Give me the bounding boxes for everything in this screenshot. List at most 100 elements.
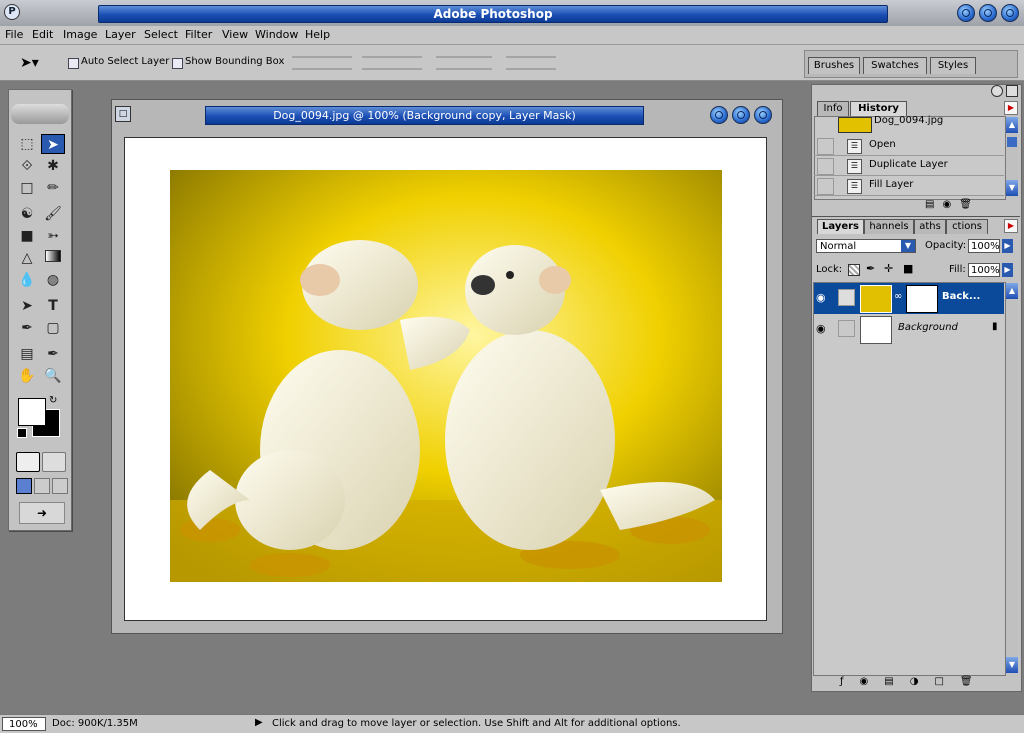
layer-row[interactable]: ◉ Background ▮ — [814, 314, 1004, 345]
photo-image[interactable] — [170, 170, 722, 582]
auto-select-checkbox[interactable] — [68, 58, 79, 69]
opacity-slider-button[interactable]: ▶ — [1002, 239, 1013, 253]
notes-tool-icon[interactable]: ▤ — [15, 344, 39, 364]
new-layer-icon[interactable]: □ — [934, 676, 959, 687]
distribute-icon[interactable] — [362, 56, 422, 70]
move-tool-preset-icon[interactable]: ➤▾ — [20, 55, 39, 71]
default-colors-icon[interactable] — [17, 428, 27, 438]
delete-layer-icon[interactable]: 🗑 — [960, 676, 989, 687]
healing-brush-icon[interactable]: ☯ — [15, 204, 39, 224]
app-logo-icon[interactable]: P — [4, 4, 20, 20]
history-menu-button[interactable]: ▶ — [1004, 101, 1018, 115]
bounding-box-checkbox[interactable] — [172, 58, 183, 69]
lasso-tool-icon[interactable]: ⟐ — [15, 156, 39, 176]
well-tab-styles[interactable]: Styles — [930, 57, 976, 74]
close-button[interactable] — [1001, 4, 1019, 22]
menu-select[interactable]: Select — [144, 28, 178, 41]
scroll-thumb[interactable] — [1007, 137, 1017, 147]
tab-paths[interactable]: aths — [914, 219, 946, 234]
pen-tool-icon[interactable]: ✒ — [15, 318, 39, 338]
status-menu-arrow-icon[interactable]: ▶ — [255, 717, 267, 731]
maximize-button[interactable] — [979, 4, 997, 22]
screen-mode-standard-button[interactable] — [16, 478, 32, 494]
layer-row-selected[interactable]: ◉ ∞ Back... — [814, 283, 1004, 314]
layer-mask-link-box[interactable] — [838, 289, 855, 306]
eraser-tool-icon[interactable]: △ — [15, 248, 39, 268]
document-icon[interactable]: □ — [115, 106, 131, 122]
menu-edit[interactable]: Edit — [32, 28, 53, 41]
opacity-input[interactable]: 100% — [968, 239, 1000, 253]
slice-tool-icon[interactable]: ✏ — [41, 178, 65, 198]
gradient-tool-icon[interactable] — [41, 248, 65, 268]
doc-close-button[interactable] — [754, 106, 772, 124]
lock-position-icon[interactable]: ✛ — [884, 262, 893, 275]
magic-wand-tool-icon[interactable]: ✱ — [41, 156, 65, 176]
layer-mask-thumbnail[interactable] — [906, 285, 938, 313]
dropdown-arrow-icon[interactable]: ▼ — [901, 240, 915, 252]
menu-view[interactable]: View — [222, 28, 248, 41]
scroll-up-arrow-icon[interactable]: ▲ — [1006, 117, 1018, 133]
tab-actions[interactable]: ctions — [946, 219, 988, 234]
well-tab-swatches[interactable]: Swatches — [863, 57, 927, 74]
tab-history[interactable]: History — [850, 101, 907, 116]
history-item[interactable]: ☰ Fill Layer — [814, 177, 1004, 196]
visibility-eye-icon[interactable]: ◉ — [816, 291, 834, 304]
fill-slider-button[interactable]: ▶ — [1002, 263, 1013, 277]
jump-to-imageready-icon[interactable]: ➜ — [19, 502, 65, 524]
scroll-down-arrow-icon[interactable]: ▼ — [1006, 657, 1018, 673]
doc-maximize-button[interactable] — [732, 106, 750, 124]
swap-colors-icon[interactable]: ↻ — [49, 395, 57, 406]
align-icon[interactable] — [292, 56, 352, 70]
delete-state-icon[interactable]: 🗑 — [959, 199, 980, 210]
lock-transparency-icon[interactable] — [848, 264, 860, 276]
move-tool-icon[interactable]: ➤ — [41, 134, 65, 154]
new-document-from-state-icon[interactable]: ▤ — [925, 199, 942, 210]
distribute-horizontal-icon[interactable] — [506, 56, 556, 70]
new-snapshot-icon[interactable]: ◉ — [942, 199, 959, 210]
menu-help[interactable]: Help — [305, 28, 330, 41]
crop-tool-icon[interactable]: □ — [15, 178, 39, 198]
history-snapshot[interactable]: Dog_0094.jpg — [814, 115, 1004, 135]
history-source-box[interactable] — [817, 138, 834, 155]
blur-tool-icon[interactable]: 💧 — [15, 270, 39, 290]
type-tool-icon[interactable]: T — [41, 296, 65, 316]
screen-mode-menubar-button[interactable] — [34, 478, 50, 494]
menu-layer[interactable]: Layer — [105, 28, 136, 41]
history-source-box[interactable] — [817, 178, 834, 195]
distribute-vertical-icon[interactable] — [436, 56, 492, 70]
standard-mode-button[interactable] — [16, 452, 40, 472]
tab-layers[interactable]: Layers — [817, 219, 864, 234]
foreground-color-swatch[interactable] — [18, 398, 46, 426]
dodge-tool-icon[interactable]: ◍ — [41, 270, 65, 290]
layer-mask-link-box[interactable] — [838, 320, 855, 337]
history-item[interactable]: ☰ Duplicate Layer — [814, 157, 1004, 176]
scroll-up-arrow-icon[interactable]: ▲ — [1006, 283, 1018, 299]
menu-filter[interactable]: Filter — [185, 28, 212, 41]
shape-tool-icon[interactable]: ▢ — [41, 318, 65, 338]
zoom-tool-icon[interactable]: 🔍 — [41, 366, 65, 386]
visibility-eye-icon[interactable]: ◉ — [816, 322, 834, 335]
tab-info[interactable]: Info — [817, 101, 849, 116]
adjustment-layer-icon[interactable]: ◑ — [910, 676, 935, 687]
hand-tool-icon[interactable]: ✋ — [15, 366, 39, 386]
well-tab-brushes[interactable]: Brushes — [808, 57, 860, 74]
path-select-tool-icon[interactable]: ➤ — [15, 296, 39, 316]
palette-collapse-icon[interactable] — [1006, 85, 1018, 97]
scroll-down-arrow-icon[interactable]: ▼ — [1006, 180, 1018, 196]
chain-link-icon[interactable]: ∞ — [894, 291, 902, 302]
menu-file[interactable]: File — [5, 28, 23, 41]
new-set-icon[interactable]: ▤ — [884, 676, 909, 687]
zoom-field[interactable]: 100% — [2, 717, 46, 731]
layer-style-icon[interactable]: ƒ — [840, 676, 860, 687]
fill-input[interactable]: 100% — [968, 263, 1000, 277]
minimize-button[interactable] — [957, 4, 975, 22]
lock-image-icon[interactable]: ✒ — [866, 262, 875, 275]
screen-mode-full-button[interactable] — [52, 478, 68, 494]
lock-all-icon[interactable]: ■ — [903, 262, 913, 275]
quick-mask-button[interactable] — [42, 452, 66, 472]
history-item[interactable]: ☰ Open — [814, 137, 1004, 156]
marquee-tool-icon[interactable]: ⬚ — [15, 134, 39, 154]
add-mask-icon[interactable]: ◉ — [860, 676, 885, 687]
menu-image[interactable]: Image — [63, 28, 97, 41]
doc-minimize-button[interactable] — [710, 106, 728, 124]
